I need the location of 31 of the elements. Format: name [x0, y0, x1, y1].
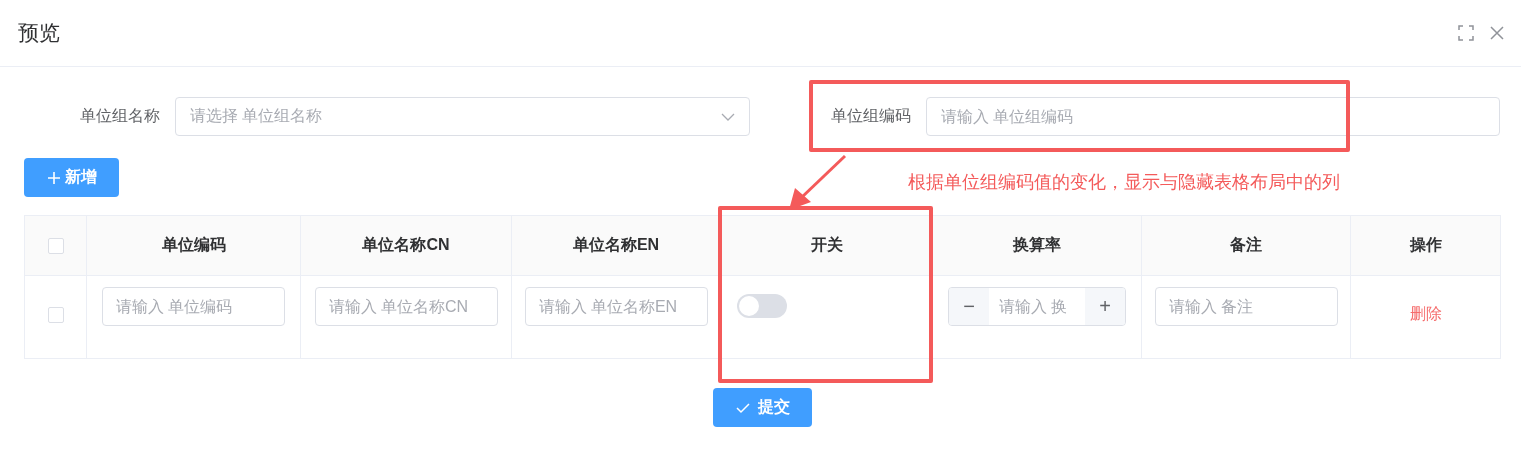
decrement-button[interactable]: − [949, 288, 989, 325]
close-icon[interactable] [1489, 25, 1505, 41]
annotation-text: 根据单位组编码值的变化，显示与隐藏表格布局中的列 [908, 171, 1340, 194]
column-header: 单位编码 [161, 235, 226, 255]
chevron-down-icon [721, 112, 735, 121]
add-button[interactable]: 新增 [24, 158, 119, 197]
column-header: 单位名称EN [572, 235, 660, 255]
input-field[interactable]: 请输入 单位名称CN [314, 287, 498, 326]
input-field[interactable]: 请输入 单位名称EN [524, 287, 708, 326]
input-field[interactable]: 请输入 单位组编码 [926, 97, 1500, 136]
fullscreen-icon[interactable] [1458, 25, 1474, 41]
dialog-title: 预览 [18, 20, 60, 46]
input-field[interactable]: 请输入 备注 [1154, 287, 1338, 326]
increment-button[interactable]: + [1085, 288, 1125, 325]
column-header: 单位名称CN [362, 235, 450, 255]
field-label: 单位组名称 [79, 106, 161, 126]
checkbox[interactable] [47, 307, 64, 323]
column-header: 备注 [1230, 235, 1262, 255]
check-icon [735, 401, 750, 414]
delete-link[interactable]: 删除 [1409, 304, 1442, 325]
column-header: 开关 [810, 235, 843, 255]
number-stepper[interactable]: − 请输入 换 + [948, 287, 1126, 326]
checkbox[interactable] [47, 237, 64, 254]
toggle-switch[interactable] [737, 294, 787, 318]
field-label: 单位组编码 [830, 106, 912, 126]
input-field[interactable]: 请输入 单位编码 [102, 287, 285, 326]
column-header: 换算率 [1013, 235, 1061, 255]
plus-icon [46, 170, 61, 185]
select-field[interactable]: 请选择 单位组名称 [175, 97, 750, 136]
column-header: 操作 [1409, 235, 1442, 255]
submit-button[interactable]: 提交 [713, 388, 812, 427]
